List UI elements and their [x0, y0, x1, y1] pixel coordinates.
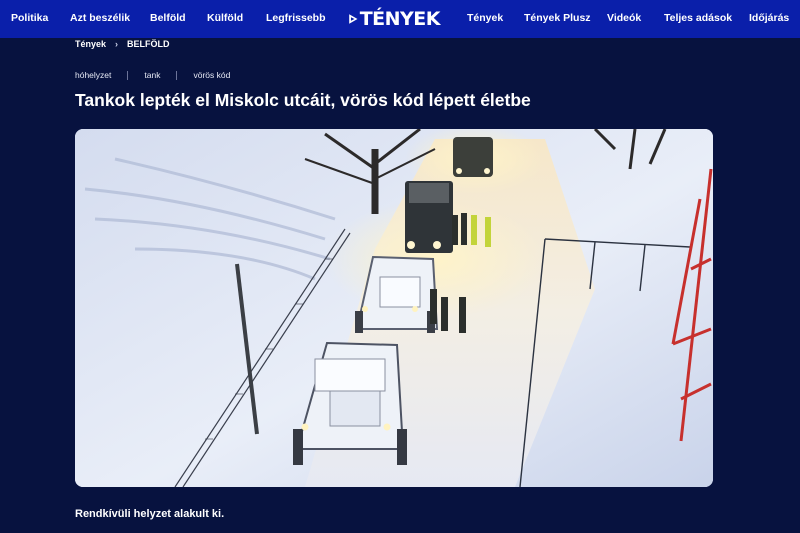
nav-item-tenyek-plusz[interactable]: Tények Plusz	[524, 12, 591, 24]
nav-item-politika[interactable]: Politika	[11, 12, 48, 24]
chevron-right-icon: ›	[115, 39, 119, 49]
nav-item-videok[interactable]: Videók	[607, 12, 641, 24]
hero-photo-illustration	[75, 129, 713, 487]
article-lead: Rendkívüli helyzet alakult ki.	[75, 508, 225, 520]
tag-hohelyzet[interactable]: hóhelyzet	[75, 70, 111, 80]
top-navigation-bar: Politika Azt beszélik Belföld Külföld Le…	[0, 0, 800, 38]
article-headline: Tankok lepték el Miskolc utcáit, vörös k…	[75, 90, 531, 110]
breadcrumb: Tények › BELFÖLD	[75, 39, 170, 49]
nav-item-teljes-adasok[interactable]: Teljes adások	[664, 12, 732, 24]
breadcrumb-home[interactable]: Tények	[75, 39, 106, 49]
nav-item-azt-beszelik[interactable]: Azt beszélik	[70, 12, 130, 24]
nav-item-legfrissebb[interactable]: Legfrissebb	[266, 12, 326, 24]
article-tags: hóhelyzet tank vörös kód	[75, 70, 230, 80]
tag-tank[interactable]: tank	[144, 70, 160, 80]
tag-divider	[176, 70, 178, 80]
tag-voros-kod[interactable]: vörös kód	[193, 70, 230, 80]
nav-item-kulfold[interactable]: Külföld	[207, 12, 243, 24]
logo-arrow-icon	[349, 14, 358, 24]
tag-divider	[127, 70, 129, 80]
breadcrumb-current[interactable]: BELFÖLD	[127, 39, 170, 49]
article-hero-image	[75, 129, 713, 487]
nav-item-belfold[interactable]: Belföld	[150, 12, 186, 24]
nav-item-idojaras[interactable]: Időjárás	[749, 12, 789, 24]
tenyek-logo[interactable]: TÉNYEK	[348, 6, 441, 32]
logo-text: TÉNYEK	[359, 8, 441, 30]
nav-item-tenyek[interactable]: Tények	[467, 12, 503, 24]
